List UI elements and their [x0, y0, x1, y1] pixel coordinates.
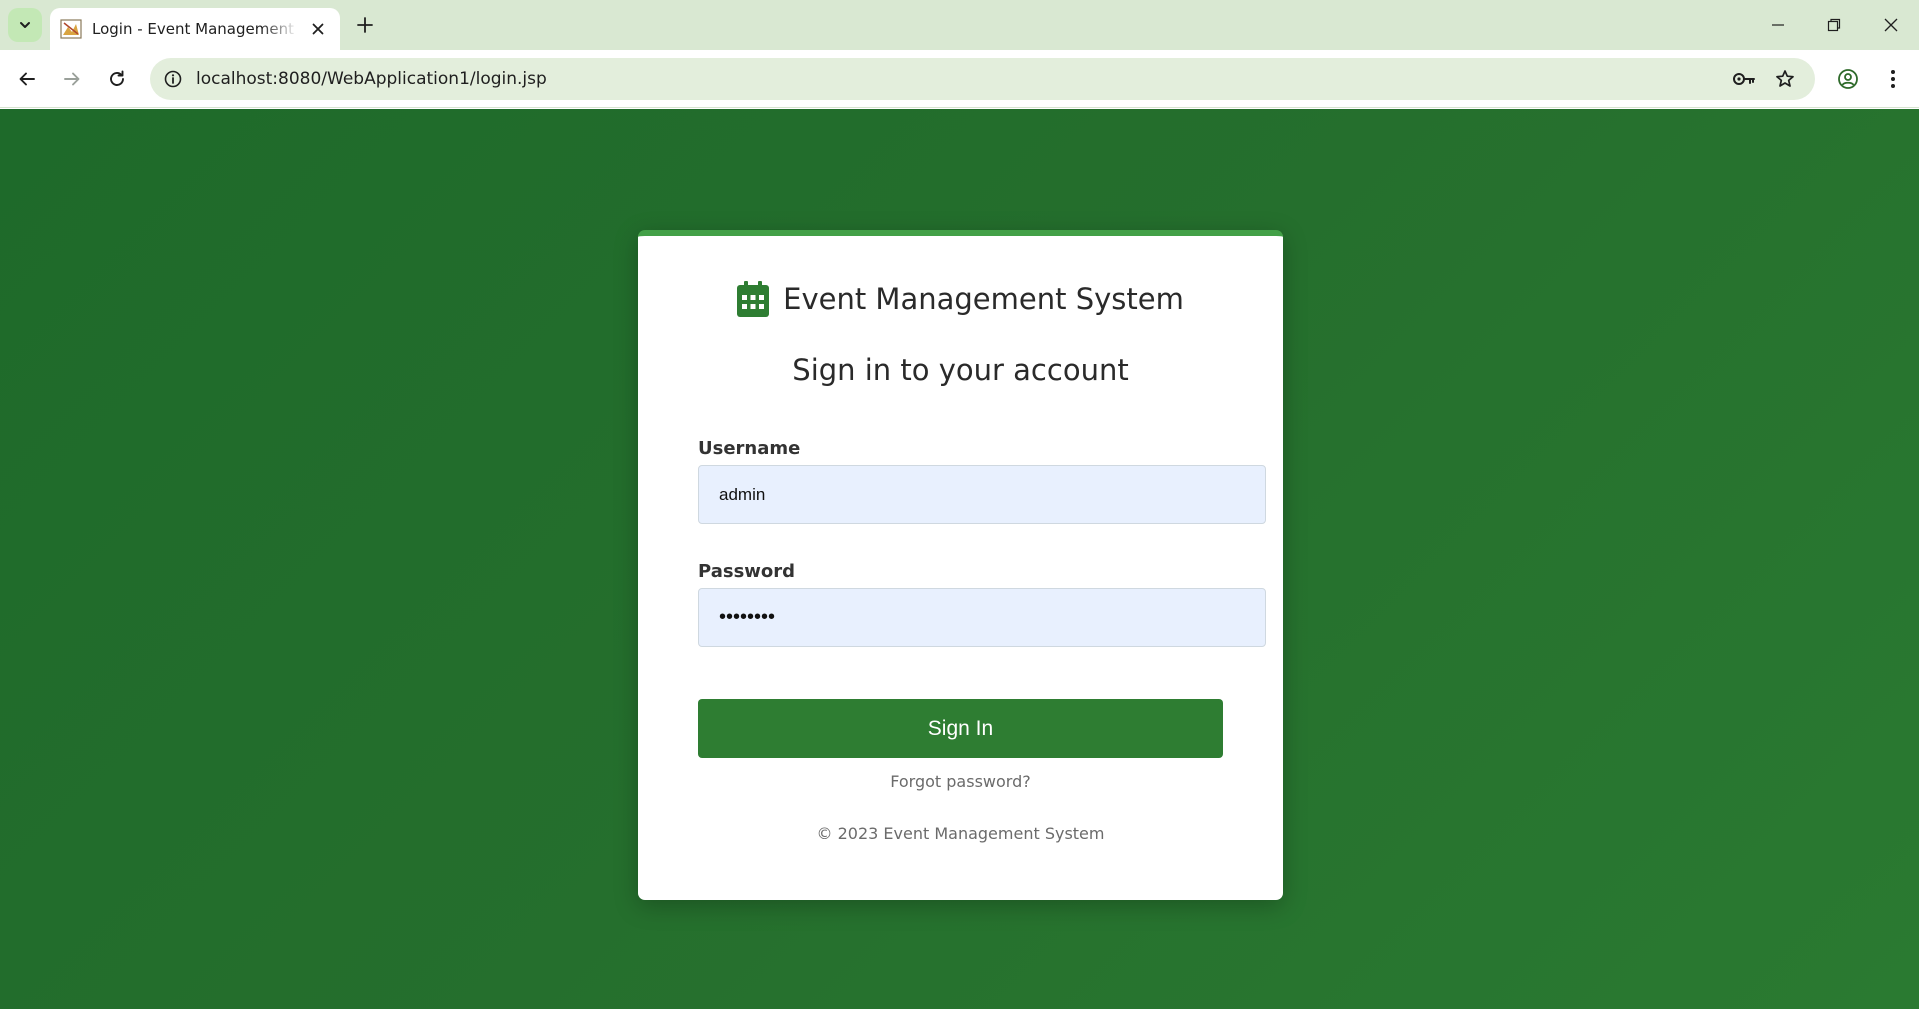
restore-icon [1827, 18, 1841, 32]
forgot-password-link[interactable]: Forgot password? [890, 772, 1030, 791]
back-button[interactable] [10, 62, 44, 96]
close-window-button[interactable] [1871, 8, 1911, 42]
minimize-button[interactable] [1758, 8, 1798, 42]
brand-header: Event Management System [638, 281, 1283, 317]
close-icon [312, 23, 324, 35]
restore-button[interactable] [1814, 8, 1854, 42]
close-icon [1884, 18, 1898, 32]
password-manager-button[interactable] [1727, 62, 1761, 96]
tab-close-button[interactable] [306, 17, 330, 41]
username-label: Username [698, 438, 801, 459]
plus-icon [357, 17, 373, 33]
forgot-password-row: Forgot password? [638, 772, 1283, 791]
favicon-icon [60, 19, 82, 39]
reload-icon [110, 70, 124, 86]
key-icon [1733, 73, 1755, 85]
arrow-right-icon [64, 72, 80, 86]
password-label: Password [698, 561, 796, 582]
page-title: Sign in to your account [792, 353, 1129, 387]
chevron-down-icon [20, 22, 30, 28]
info-icon [164, 70, 182, 88]
address-bar[interactable]: localhost:8080/WebApplication1/login.jsp [150, 58, 1815, 100]
login-card: Event Management System Sign in to your … [638, 230, 1283, 900]
arrow-left-icon [19, 72, 35, 86]
browser-tab-strip: Login - Event Management System [0, 0, 1919, 50]
brand-name: Event Management System [783, 282, 1184, 316]
star-icon [1776, 70, 1794, 87]
url-text[interactable]: localhost:8080/WebApplication1/login.jsp [196, 69, 547, 89]
more-vertical-icon [1891, 70, 1895, 88]
new-tab-button[interactable] [352, 12, 378, 38]
bookmark-button[interactable] [1768, 62, 1802, 96]
sign-in-button[interactable]: Sign In [698, 699, 1223, 758]
copyright-footer: © 2023 Event Management System [816, 824, 1105, 843]
calendar-icon [737, 281, 770, 317]
tab-search-button[interactable] [8, 8, 42, 42]
username-input[interactable]: admin [698, 465, 1266, 524]
browser-tab-active[interactable]: Login - Event Management System [50, 8, 340, 50]
minimize-icon [1772, 24, 1784, 26]
menu-button[interactable] [1876, 62, 1910, 96]
site-info-button[interactable] [152, 58, 194, 100]
page-background: Event Management System Sign in to your … [0, 109, 1919, 1009]
profile-button[interactable] [1831, 62, 1865, 96]
profile-icon [1838, 69, 1858, 89]
tab-title: Login - Event Management System [92, 20, 298, 38]
reload-button[interactable] [100, 62, 134, 96]
password-input[interactable]: •••••••• [698, 588, 1266, 647]
forward-button[interactable] [55, 62, 89, 96]
browser-toolbar: localhost:8080/WebApplication1/login.jsp [0, 50, 1919, 108]
